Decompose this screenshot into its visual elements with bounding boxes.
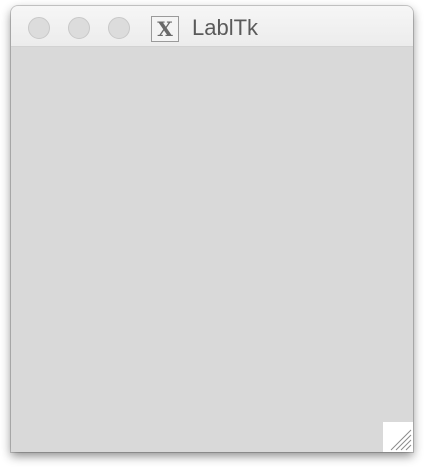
window-title: LablTk [192,15,259,40]
x11-icon-glyph: X [157,17,173,41]
zoom-button[interactable] [108,17,130,39]
window-content [11,47,413,452]
resize-grip-icon[interactable] [383,422,413,452]
title-bar[interactable]: X LablTk [11,6,413,47]
minimize-button[interactable] [68,17,90,39]
x11-icon: X [151,16,179,42]
close-button[interactable] [28,17,50,39]
app-window: X LablTk [11,6,413,452]
